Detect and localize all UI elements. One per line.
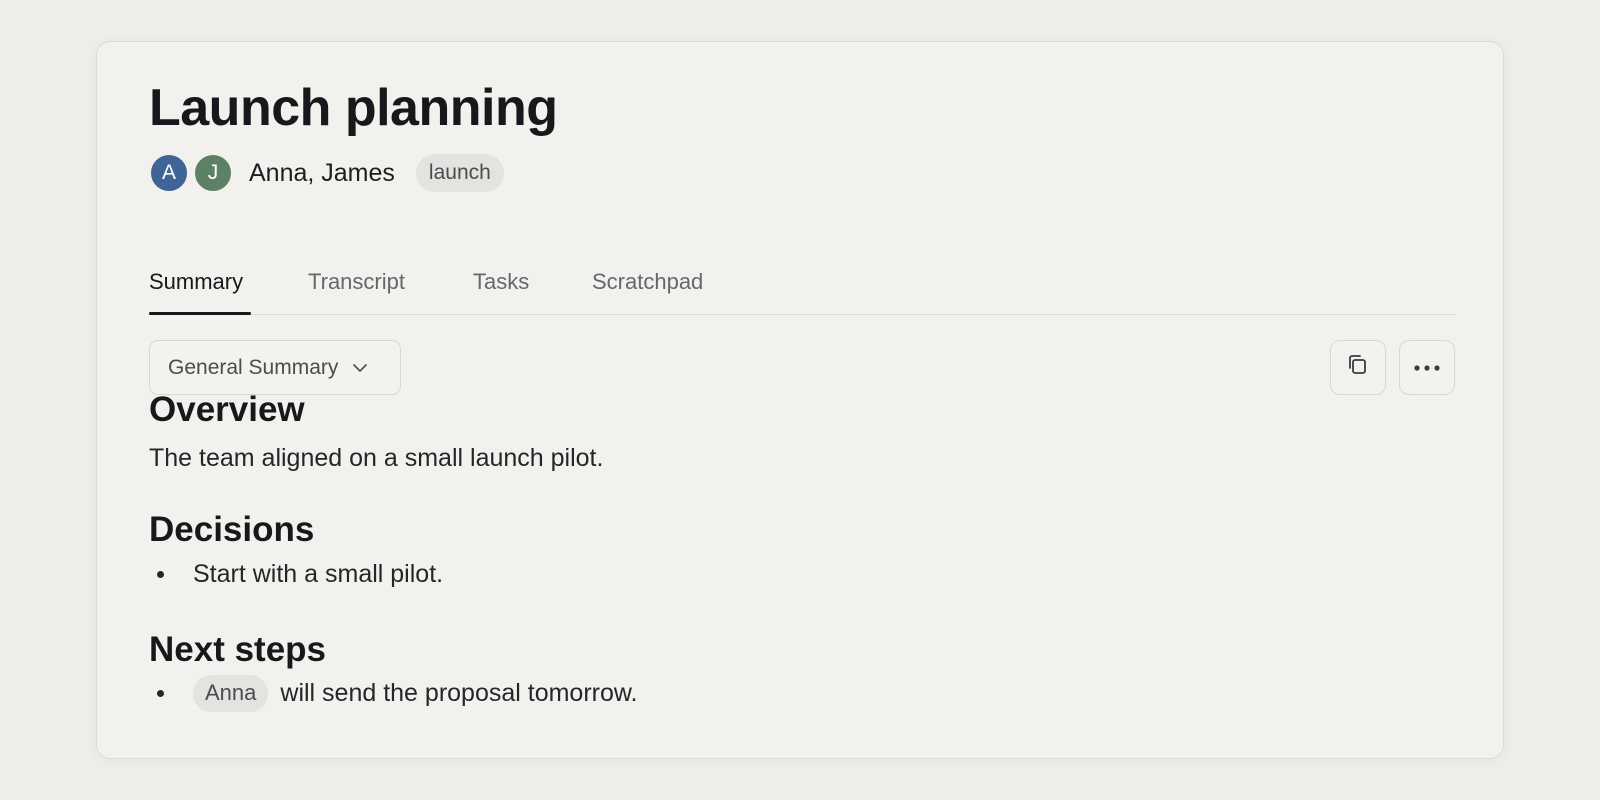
page-title: Launch planning: [149, 79, 558, 137]
overview-text: The team aligned on a small launch pilot…: [149, 444, 604, 472]
meeting-note-card: Launch planning A J Anna, James launch S…: [96, 41, 1504, 759]
tab-scratchpad[interactable]: Scratchpad: [592, 269, 703, 295]
active-tab-indicator: [149, 312, 251, 315]
overview-heading: Overview: [149, 390, 305, 429]
bullet-icon: [157, 689, 164, 697]
tab-transcript[interactable]: Transcript: [308, 269, 405, 295]
copy-button[interactable]: [1330, 340, 1386, 395]
decision-text: Start with a small pilot.: [193, 559, 444, 588]
participant-names: Anna, James: [249, 158, 395, 187]
list-item: Start with a small pilot.: [157, 554, 443, 594]
summary-type-dropdown[interactable]: General Summary: [149, 340, 401, 395]
list-item: Anna will send the proposal tomorrow.: [157, 672, 638, 714]
meeting-meta: A J Anna, James launch: [149, 152, 504, 194]
copy-icon: [1345, 352, 1371, 383]
bullet-icon: [157, 570, 164, 578]
tab-bar: Summary Transcript Tasks Scratchpad: [149, 254, 1455, 315]
summary-type-label: General Summary: [168, 355, 339, 379]
chevron-down-icon: [352, 363, 368, 373]
decisions-heading: Decisions: [149, 510, 315, 549]
tag-chip[interactable]: launch: [415, 154, 504, 192]
mention-chip[interactable]: Anna: [193, 674, 269, 712]
more-options-button[interactable]: [1399, 340, 1455, 395]
avatar[interactable]: J: [193, 153, 233, 193]
next-steps-heading: Next steps: [149, 630, 327, 669]
tab-tasks[interactable]: Tasks: [473, 269, 529, 295]
avatar[interactable]: A: [149, 153, 189, 193]
more-horizontal-icon: [1413, 359, 1441, 377]
tab-summary[interactable]: Summary: [149, 269, 243, 295]
next-step-text: will send the proposal tomorrow.: [280, 678, 638, 707]
